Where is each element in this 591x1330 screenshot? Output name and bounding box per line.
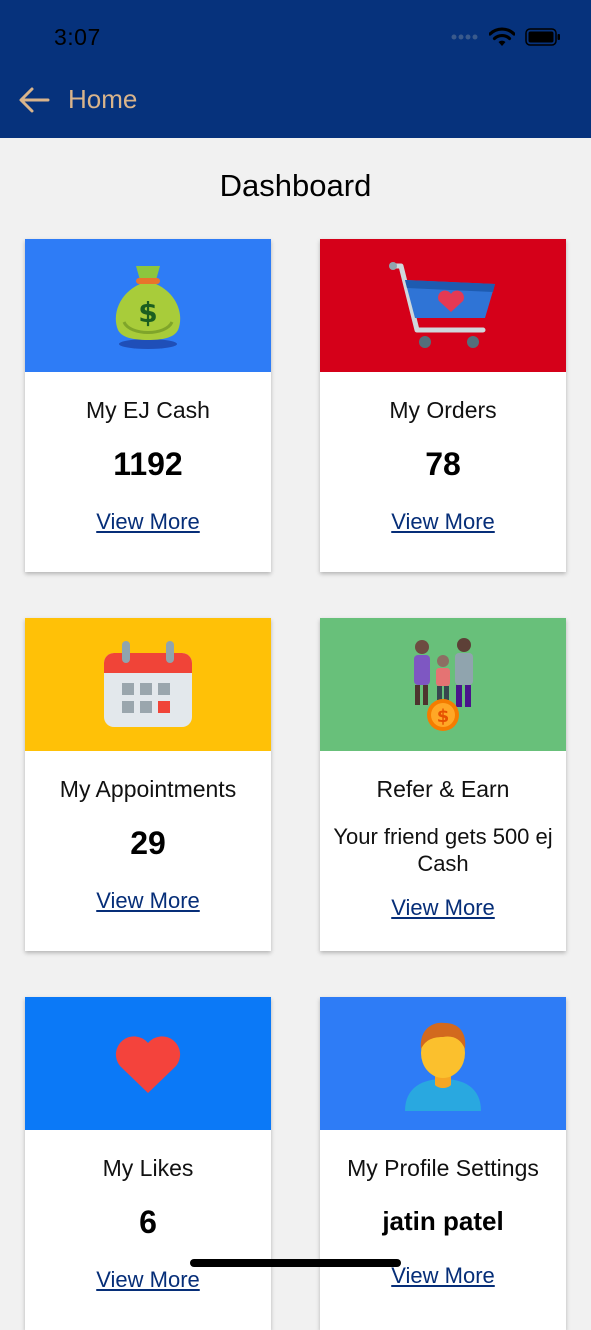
- card-value: 1192: [113, 446, 183, 482]
- card-profile-settings: My Profile Settings jatin patel View Mor…: [320, 997, 566, 1330]
- card-label: Refer & Earn: [376, 776, 510, 802]
- card-appointments: My Appointments 29 View More: [25, 618, 271, 951]
- card-hero: [320, 997, 566, 1130]
- view-more-link[interactable]: View More: [25, 509, 271, 535]
- card-label: My Appointments: [59, 776, 237, 802]
- nav-title: Home: [68, 84, 138, 114]
- card-ej-cash: $ My EJ Cash 1192 View More: [25, 239, 271, 572]
- card-hero: $: [320, 618, 566, 751]
- wifi-icon: [489, 27, 515, 46]
- svg-text:$: $: [437, 706, 450, 727]
- home-indicator: [190, 1259, 401, 1267]
- view-more-link[interactable]: View More: [320, 895, 566, 921]
- user-avatar-icon: [405, 1022, 481, 1111]
- card-value: 6: [139, 1204, 157, 1240]
- card-label: My Profile Settings: [347, 1155, 539, 1181]
- nav-bar: Home: [18, 84, 137, 115]
- card-value: jatin patel: [382, 1206, 504, 1236]
- family-coin-icon: $: [414, 637, 473, 731]
- card-hero: [25, 997, 271, 1130]
- view-more-link[interactable]: View More: [320, 509, 566, 535]
- heart-icon: [115, 1035, 181, 1093]
- money-bag-icon: $: [115, 265, 181, 349]
- card-label: My Likes: [102, 1155, 194, 1181]
- card-label: My Orders: [389, 397, 497, 423]
- status-icons: [451, 27, 561, 47]
- card-value: 78: [425, 446, 461, 482]
- card-label: My EJ Cash: [86, 397, 210, 423]
- card-likes: My Likes 6 View More: [25, 997, 271, 1330]
- card-hero: $: [25, 239, 271, 372]
- card-hero: [320, 239, 566, 372]
- card-description: Your friend gets 500 ej Cash: [333, 824, 553, 876]
- card-hero: [25, 618, 271, 751]
- status-time: 3:07: [54, 24, 101, 50]
- calendar-icon: [104, 640, 192, 727]
- view-more-link[interactable]: View More: [25, 888, 271, 914]
- app-header: 3:07 Home: [0, 0, 591, 138]
- card-orders: My Orders 78 View More: [320, 239, 566, 572]
- page-title: Dashboard: [219, 168, 372, 203]
- svg-text:$: $: [138, 296, 157, 329]
- card-value: 29: [130, 825, 166, 861]
- arrow-left-icon[interactable]: [18, 86, 50, 114]
- view-more-link[interactable]: View More: [25, 1267, 271, 1293]
- signal-icon: [451, 34, 478, 40]
- card-refer-earn: $ Refer & Earn Your friend gets 500 ej C…: [320, 618, 566, 951]
- battery-icon: [525, 28, 560, 46]
- shopping-cart-icon: [389, 261, 495, 348]
